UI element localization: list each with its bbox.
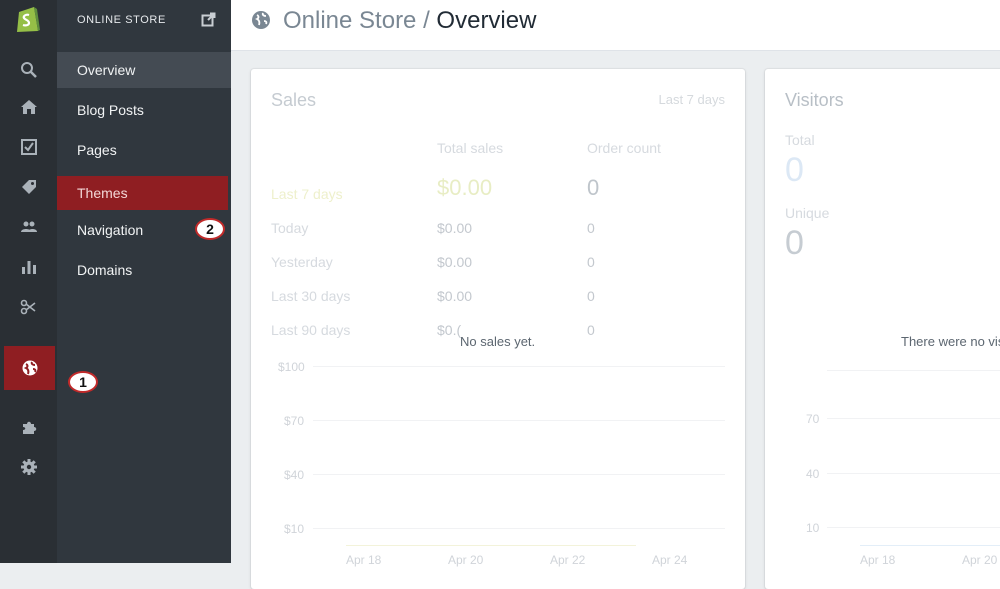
row-period-last-90-days: Last 90 days bbox=[271, 322, 351, 338]
sales-y-tick: $40 bbox=[284, 468, 305, 482]
sales-range-selector[interactable]: Last 7 days bbox=[659, 92, 726, 107]
rail-apps[interactable] bbox=[0, 407, 57, 447]
orders-checkbox-icon bbox=[20, 139, 37, 155]
subnav-item-label: Themes bbox=[77, 185, 128, 201]
row-total-yesterday: $0.00 bbox=[437, 254, 473, 270]
visitors-unique-value: 0 bbox=[785, 224, 804, 262]
subnav-item-overview[interactable]: Overview bbox=[57, 52, 231, 88]
sales-gridline bbox=[313, 474, 725, 475]
sales-y-tick: $70 bbox=[284, 414, 305, 428]
visitors-unique-label: Unique bbox=[785, 205, 830, 221]
online-store-subnav: ONLINE STORE Overview Blog Posts Pages T… bbox=[57, 0, 231, 563]
sales-empty-message: No sales yet. bbox=[460, 334, 536, 349]
visitors-total-value: 0 bbox=[785, 151, 804, 189]
sales-title: Sales bbox=[271, 90, 317, 110]
globe-icon bbox=[252, 11, 270, 29]
page-header: Online Store / Overview bbox=[231, 0, 1000, 51]
customers-icon bbox=[20, 221, 37, 232]
row-count-yesterday: 0 bbox=[587, 254, 595, 270]
col-header-order-count: Order count bbox=[587, 140, 661, 156]
rail-online-store[interactable] bbox=[4, 346, 55, 390]
row-total-last-7-days: $0.00 bbox=[437, 175, 493, 200]
rail-settings[interactable] bbox=[0, 447, 57, 487]
globe-icon bbox=[22, 360, 37, 376]
row-total-today: $0.00 bbox=[437, 220, 473, 236]
subnav-item-label: Pages bbox=[77, 142, 117, 158]
external-link-icon[interactable] bbox=[201, 12, 216, 27]
subnav-item-label: Overview bbox=[77, 62, 136, 78]
breadcrumb-section[interactable]: Online Store bbox=[283, 7, 416, 34]
subnav-item-label: Navigation bbox=[77, 222, 144, 238]
sales-card: Sales Last 7 days Total sales Order coun… bbox=[251, 69, 745, 589]
subnav-item-label: Domains bbox=[77, 262, 133, 278]
rail-products[interactable] bbox=[0, 167, 57, 207]
sales-x-tick: Apr 20 bbox=[448, 553, 484, 567]
row-period-last-7-days: Last 7 days bbox=[271, 186, 343, 202]
visitors-title: Visitors bbox=[785, 90, 844, 110]
sales-gridline bbox=[313, 366, 725, 367]
sales-x-tick: Apr 24 bbox=[652, 553, 688, 567]
sales-gridline bbox=[313, 420, 725, 421]
subnav-item-domains[interactable]: Domains bbox=[57, 252, 231, 288]
callout-badge-2: 2 bbox=[195, 218, 225, 240]
puzzle-icon bbox=[22, 421, 36, 434]
row-count-last-30-days: 0 bbox=[587, 288, 595, 304]
rail-search[interactable] bbox=[0, 50, 57, 90]
sales-gridline bbox=[313, 528, 725, 529]
visitors-empty-message: There were no vis bbox=[901, 334, 1000, 349]
rail-home[interactable] bbox=[0, 87, 57, 127]
visitors-gridline bbox=[827, 418, 1000, 419]
rail-discounts[interactable] bbox=[0, 287, 57, 327]
visitors-y-tick: 70 bbox=[806, 412, 820, 426]
sales-x-tick: Apr 22 bbox=[550, 553, 586, 567]
bar-chart-icon bbox=[21, 261, 36, 274]
page-title: Overview bbox=[436, 7, 537, 34]
subnav-item-label: Blog Posts bbox=[77, 102, 144, 118]
breadcrumb: Online Store / Overview bbox=[283, 7, 536, 35]
row-count-last-7-days: 0 bbox=[587, 175, 600, 200]
scissors-icon bbox=[20, 299, 35, 315]
subnav-title: ONLINE STORE bbox=[77, 14, 166, 26]
subnav-item-pages[interactable]: Pages bbox=[57, 132, 231, 168]
visitors-baseline bbox=[860, 545, 1000, 546]
gear-icon bbox=[20, 459, 37, 475]
row-count-today: 0 bbox=[587, 220, 595, 236]
visitors-x-tick: Apr 18 bbox=[860, 553, 896, 567]
icon-rail bbox=[0, 0, 57, 563]
rail-orders[interactable] bbox=[0, 127, 57, 167]
sales-baseline bbox=[346, 545, 636, 546]
row-period-last-30-days: Last 30 days bbox=[271, 288, 351, 304]
visitors-x-tick: Apr 20 bbox=[962, 553, 998, 567]
subnav-item-themes[interactable]: Themes bbox=[57, 176, 228, 210]
row-period-today: Today bbox=[271, 220, 309, 236]
visitors-total-label: Total bbox=[785, 132, 815, 148]
sales-x-tick: Apr 18 bbox=[346, 553, 382, 567]
visitors-y-tick: 10 bbox=[806, 521, 820, 535]
home-icon bbox=[20, 100, 37, 114]
visitors-y-tick: 40 bbox=[806, 467, 820, 481]
sales-y-tick: $100 bbox=[278, 360, 305, 374]
row-total-last-30-days: $0.00 bbox=[437, 288, 473, 304]
sales-y-tick: $10 bbox=[284, 522, 305, 536]
shopify-logo-icon[interactable] bbox=[14, 4, 42, 34]
visitors-card: Visitors Total 0 Unique 0 There were no … bbox=[765, 69, 1000, 589]
row-period-yesterday: Yesterday bbox=[271, 254, 333, 270]
callout-badge-1: 1 bbox=[68, 371, 98, 393]
visitors-gridline bbox=[827, 370, 1000, 371]
subnav-item-blog-posts[interactable]: Blog Posts bbox=[57, 92, 231, 128]
subnav-header: ONLINE STORE bbox=[57, 0, 231, 40]
tag-icon bbox=[21, 180, 36, 194]
search-icon bbox=[20, 62, 37, 78]
row-total-last-90-days: $0.( bbox=[437, 322, 462, 338]
row-count-last-90-days: 0 bbox=[587, 322, 595, 338]
rail-reports[interactable] bbox=[0, 247, 57, 287]
col-header-total-sales: Total sales bbox=[437, 140, 504, 156]
visitors-gridline bbox=[827, 473, 1000, 474]
breadcrumb-separator: / bbox=[416, 7, 437, 34]
visitors-gridline bbox=[827, 527, 1000, 528]
rail-customers[interactable] bbox=[0, 207, 57, 247]
